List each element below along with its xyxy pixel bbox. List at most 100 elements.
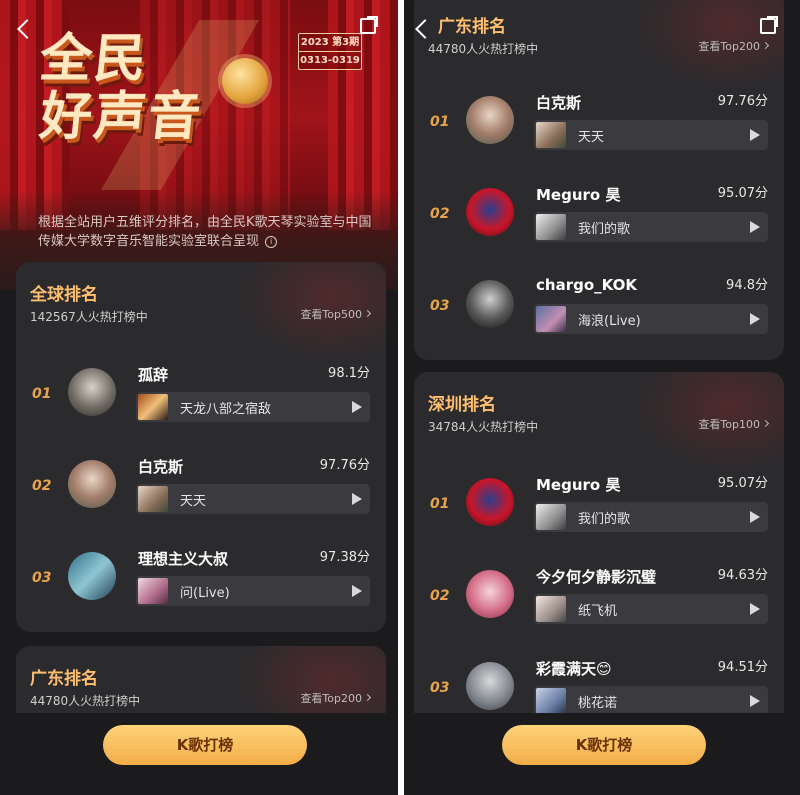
song-bar[interactable]: 天龙八部之宿敌: [136, 392, 370, 422]
song-bar[interactable]: 问(Live): [136, 576, 370, 606]
card-title: 全球排名: [30, 285, 98, 305]
rank-number: 01: [430, 114, 450, 130]
play-icon[interactable]: [352, 401, 362, 413]
avatar[interactable]: [68, 460, 116, 508]
rank-number: 02: [430, 588, 450, 604]
play-icon[interactable]: [750, 511, 760, 523]
song-cover: [138, 578, 168, 604]
rank-row[interactable]: 02 Meguro 昊 95.07分 我们的歌: [414, 178, 784, 258]
singer-name: 白克斯: [138, 458, 184, 476]
view-top-link[interactable]: 查看Top100: [698, 416, 770, 432]
song-bar[interactable]: 桃花诺: [534, 686, 768, 716]
song-title: 问(Live): [180, 586, 230, 601]
k-song-rank-button[interactable]: K歌打榜: [103, 725, 307, 765]
song-cover: [138, 486, 168, 512]
global-rank-card: 全球排名 142567人火热打榜中 查看Top500 01 孤辞 98.1分 天…: [16, 262, 386, 632]
avatar[interactable]: [68, 552, 116, 600]
score: 94.8分: [726, 278, 768, 293]
rank-number: 01: [32, 386, 52, 402]
play-icon[interactable]: [750, 129, 760, 141]
event-title-line2: 好声音: [36, 87, 206, 147]
view-top-link[interactable]: 查看Top200: [300, 690, 372, 706]
event-logo: 全民 好声音: [36, 29, 268, 190]
song-cover: [138, 394, 168, 420]
guangdong-rank-card: 广东排名 44780人火热打榜中 查看Top200 01 白克斯 97.76分 …: [414, 0, 784, 360]
view-top-label: 查看Top100: [698, 418, 760, 431]
song-title: 我们的歌: [578, 512, 631, 527]
avatar[interactable]: [68, 368, 116, 416]
song-bar[interactable]: 纸飞机: [534, 594, 768, 624]
rank-row[interactable]: 03 理想主义大叔 97.38分 问(Live): [16, 542, 386, 622]
song-bar[interactable]: 天天: [136, 484, 370, 514]
avatar[interactable]: [466, 188, 514, 236]
avatar[interactable]: [466, 570, 514, 618]
avatar[interactable]: [466, 662, 514, 710]
shenzhen-rank-card: 深圳排名 34784人火热打榜中 查看Top100 01 Meguro 昊 95…: [414, 372, 784, 752]
share-icon[interactable]: [360, 16, 378, 34]
song-title: 天天: [578, 130, 605, 145]
rank-number: 03: [32, 570, 52, 586]
rank-row[interactable]: 02 白克斯 97.76分 天天: [16, 450, 386, 530]
song-bar[interactable]: 天天: [534, 120, 768, 150]
view-top-link[interactable]: 查看Top200: [698, 38, 770, 54]
info-icon[interactable]: i: [265, 235, 278, 248]
chevron-right-icon: [761, 41, 770, 50]
score: 95.07分: [717, 476, 768, 491]
card-title: 深圳排名: [428, 395, 496, 415]
score: 94.63分: [717, 568, 768, 583]
stage-banner: 全民 好声音 2023 第3期 0313-0319 根据全站用户五维评分排名，由…: [0, 0, 398, 290]
issue-year: 2023 第3期: [300, 37, 360, 48]
right-screen: 广东排名 44780人火热打榜中 查看Top200 01 白克斯 97.76分 …: [404, 0, 800, 795]
score: 97.38分: [319, 550, 370, 565]
avatar[interactable]: [466, 280, 514, 328]
play-icon[interactable]: [750, 313, 760, 325]
song-bar[interactable]: 海浪(Live): [534, 304, 768, 334]
score: 95.07分: [717, 186, 768, 201]
song-cover: [536, 504, 566, 530]
share-icon[interactable]: [760, 16, 778, 34]
view-top-label: 查看Top200: [300, 692, 362, 705]
bottom-bar: K歌打榜: [0, 713, 398, 795]
rank-row[interactable]: 01 Meguro 昊 95.07分 我们的歌: [414, 468, 784, 548]
song-title: 我们的歌: [578, 222, 631, 237]
issue-badge: 2023 第3期 0313-0319: [298, 33, 362, 70]
rank-row[interactable]: 01 白克斯 97.76分 天天: [414, 86, 784, 166]
song-cover: [536, 596, 566, 622]
k-song-rank-button[interactable]: K歌打榜: [502, 725, 706, 765]
chevron-right-icon: [363, 309, 372, 318]
rank-number: 03: [430, 680, 450, 696]
avatar[interactable]: [466, 96, 514, 144]
chevron-right-icon: [363, 693, 372, 702]
rank-number: 03: [430, 298, 450, 314]
singer-name: 彩霞满天😊: [536, 660, 612, 678]
card-subtitle: 44780人火热打榜中: [30, 694, 141, 708]
bottom-bar: K歌打榜: [404, 713, 800, 795]
play-icon[interactable]: [352, 585, 362, 597]
song-title: 天天: [180, 494, 207, 509]
avatar[interactable]: [466, 478, 514, 526]
microphone-medal-icon: [222, 58, 268, 104]
card-subtitle: 44780人火热打榜中: [428, 42, 539, 56]
card-title: 广东排名: [30, 669, 98, 689]
play-icon[interactable]: [750, 603, 760, 615]
play-icon[interactable]: [750, 221, 760, 233]
view-top-link[interactable]: 查看Top500: [300, 306, 372, 322]
song-title: 纸飞机: [578, 604, 618, 619]
play-icon[interactable]: [352, 493, 362, 505]
issue-dates: 0313-0319: [299, 51, 361, 69]
rank-row[interactable]: 02 今夕何夕静影沉璧 94.63分 纸飞机: [414, 560, 784, 640]
song-bar[interactable]: 我们的歌: [534, 212, 768, 242]
chevron-right-icon: [761, 419, 770, 428]
rank-row[interactable]: 01 孤辞 98.1分 天龙八部之宿敌: [16, 358, 386, 438]
rank-number: 01: [430, 496, 450, 512]
event-title-line1: 全民: [36, 29, 152, 89]
score: 98.1分: [328, 366, 370, 381]
rank-row[interactable]: 03 chargo_KOK 94.8分 海浪(Live): [414, 270, 784, 350]
score: 94.51分: [717, 660, 768, 675]
singer-name: Meguro 昊: [536, 476, 621, 494]
play-icon[interactable]: [750, 695, 760, 707]
view-top-label: 查看Top500: [300, 308, 362, 321]
card-subtitle: 142567人火热打榜中: [30, 310, 148, 324]
rank-number: 02: [32, 478, 52, 494]
song-bar[interactable]: 我们的歌: [534, 502, 768, 532]
